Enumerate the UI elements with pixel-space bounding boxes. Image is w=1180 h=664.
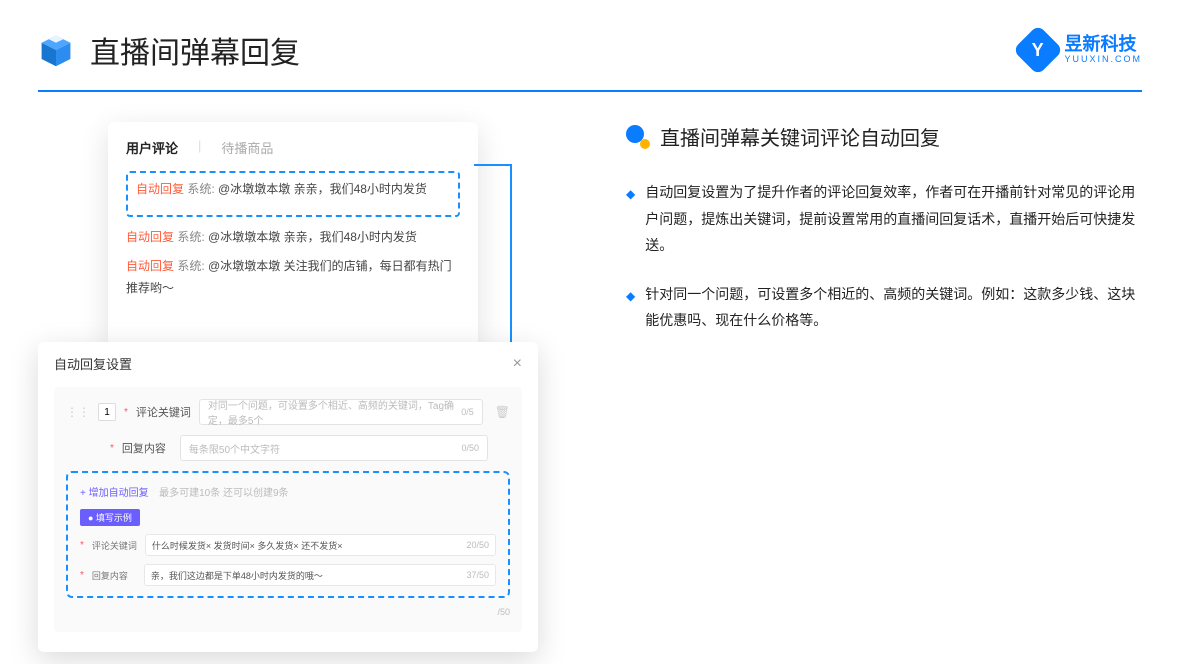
bullet-text: 自动回复设置为了提升作者的评论回复效率，作者可在开播前针对常见的评论用户问题，提…: [645, 179, 1142, 259]
keyword-row: ⋮⋮ 1 * 评论关键词 对同一个问题，可设置多个相近、高频的关键词，Tag确定…: [66, 399, 510, 425]
auto-reply-tag: 自动回复: [126, 230, 174, 244]
tab-separator: |: [198, 138, 201, 157]
comment-2: 自动回复 系统: @冰墩墩本墩 亲亲，我们48小时内发货: [126, 227, 460, 249]
comment-text: @冰墩墩本墩 亲亲，我们48小时内发货: [218, 182, 427, 196]
section-title: 直播间弹幕关键词评论自动回复: [660, 122, 940, 151]
header: 直播间弹幕回复 Y 昱新科技 YUUXIN.COM: [0, 0, 1180, 72]
auto-reply-tag: 自动回复: [136, 182, 184, 196]
placeholder: 对同一个问题，可设置多个相近、高频的关键词，Tag确定，最多5个: [208, 397, 461, 427]
keyword-count: 0/5: [461, 407, 474, 417]
system-label: 系统:: [177, 259, 204, 273]
add-auto-reply-link[interactable]: + 增加自动回复: [80, 488, 149, 499]
brand-cn: 昱新科技: [1064, 35, 1142, 55]
comment-text: @冰墩墩本墩 亲亲，我们48小时内发货: [208, 230, 417, 244]
example-keyword-row: * 评论关键词 什么时候发货× 发货时间× 多久发货× 还不发货× 20/50: [80, 534, 496, 556]
example-chips: 什么时候发货× 发货时间× 多久发货× 还不发货×: [152, 539, 343, 552]
comment-1: 自动回复 系统: @冰墩墩本墩 亲亲，我们48小时内发货: [136, 179, 450, 201]
settings-header: 自动回复设置 ×: [54, 354, 522, 381]
required-star: *: [80, 540, 84, 551]
auto-reply-tag: 自动回复: [126, 259, 174, 273]
brand-logo: Y 昱新科技 YUUXIN.COM: [1020, 32, 1142, 68]
settings-card: 自动回复设置 × ⋮⋮ 1 * 评论关键词 对同一个问题，可设置多个相近、高频的…: [38, 342, 538, 652]
example-block: + 增加自动回复 最多可建10条 还可以创建9条 ● 填写示例 * 评论关键词 …: [66, 471, 510, 598]
delete-icon[interactable]: 🗑: [495, 405, 510, 419]
comments-card: 用户评论 | 待播商品 自动回复 系统: @冰墩墩本墩 亲亲，我们48小时内发货…: [108, 122, 478, 347]
keyword-label: 评论关键词: [136, 404, 191, 420]
settings-title: 自动回复设置: [54, 354, 132, 373]
add-row: + 增加自动回复 最多可建10条 还可以创建9条: [80, 483, 496, 501]
close-icon[interactable]: ×: [513, 355, 522, 373]
section-header: 直播间弹幕关键词评论自动回复: [626, 122, 1142, 151]
drag-icon[interactable]: ⋮⋮: [66, 405, 90, 419]
reply-input[interactable]: 每条限50个中文字符 0/50: [180, 435, 488, 461]
left-column: 用户评论 | 待播商品 自动回复 系统: @冰墩墩本墩 亲亲，我们48小时内发货…: [38, 122, 558, 622]
example-keyword-count: 20/50: [466, 540, 489, 550]
dots-icon: [626, 125, 650, 149]
example-badge: ● 填写示例: [80, 509, 140, 526]
right-column: 直播间弹幕关键词评论自动回复 ◆ 自动回复设置为了提升作者的评论回复效率，作者可…: [598, 122, 1142, 622]
body: 用户评论 | 待播商品 自动回复 系统: @冰墩墩本墩 亲亲，我们48小时内发货…: [0, 92, 1180, 622]
rule-number: 1: [98, 403, 116, 421]
brand-icon: Y: [1013, 25, 1064, 76]
keyword-input[interactable]: 对同一个问题，可设置多个相近、高频的关键词，Tag确定，最多5个 0/5: [199, 399, 483, 425]
example-reply-label: 回复内容: [92, 569, 136, 582]
bullet-text: 针对同一个问题，可设置多个相近的、高频的关键词。例如：这款多少钱、这块能优惠吗、…: [645, 281, 1142, 334]
required-star: *: [80, 570, 84, 581]
placeholder: 每条限50个中文字符: [189, 441, 280, 456]
system-label: 系统:: [177, 230, 204, 244]
tab-pending-products[interactable]: 待播商品: [221, 138, 273, 157]
add-hint: 最多可建10条 还可以创建9条: [159, 488, 288, 499]
brand-text: 昱新科技 YUUXIN.COM: [1064, 35, 1142, 65]
reply-label: 回复内容: [122, 440, 172, 456]
reply-row: * 回复内容 每条限50个中文字符 0/50: [66, 435, 510, 461]
settings-body: ⋮⋮ 1 * 评论关键词 对同一个问题，可设置多个相近、高频的关键词，Tag确定…: [54, 387, 522, 632]
system-label: 系统:: [187, 182, 214, 196]
bullet-1: ◆ 自动回复设置为了提升作者的评论回复效率，作者可在开播前针对常见的评论用户问题…: [626, 179, 1142, 259]
tabs: 用户评论 | 待播商品: [126, 138, 460, 157]
reply-count: 0/50: [461, 443, 479, 453]
example-reply-count: 37/50: [466, 570, 489, 580]
required-star: *: [124, 407, 128, 418]
comment-text: @冰墩墩本墩 关注我们的店铺，每日都有热门推荐哟～: [126, 259, 452, 295]
brand-en: YUUXIN.COM: [1064, 55, 1142, 65]
header-left: 直播间弹幕回复: [38, 28, 300, 72]
cube-icon: [38, 32, 74, 68]
page-title: 直播间弹幕回复: [90, 28, 300, 72]
comment-3: 自动回复 系统: @冰墩墩本墩 关注我们的店铺，每日都有热门推荐哟～: [126, 256, 460, 299]
example-reply-text: 亲，我们这边都是下单48小时内发货的哦～: [151, 569, 323, 582]
example-reply-input[interactable]: 亲，我们这边都是下单48小时内发货的哦～ 37/50: [144, 564, 496, 586]
outer-count: /50: [497, 607, 510, 617]
diamond-icon: ◆: [626, 285, 635, 334]
example-keyword-input[interactable]: 什么时候发货× 发货时间× 多久发货× 还不发货× 20/50: [145, 534, 496, 556]
example-reply-row: * 回复内容 亲，我们这边都是下单48小时内发货的哦～ 37/50: [80, 564, 496, 586]
bullet-2: ◆ 针对同一个问题，可设置多个相近的、高频的关键词。例如：这款多少钱、这块能优惠…: [626, 281, 1142, 334]
example-keyword-label: 评论关键词: [92, 539, 137, 552]
tab-user-comments[interactable]: 用户评论: [126, 138, 178, 157]
highlighted-comment: 自动回复 系统: @冰墩墩本墩 亲亲，我们48小时内发货: [126, 171, 460, 217]
diamond-icon: ◆: [626, 183, 635, 259]
required-star: *: [110, 443, 114, 454]
